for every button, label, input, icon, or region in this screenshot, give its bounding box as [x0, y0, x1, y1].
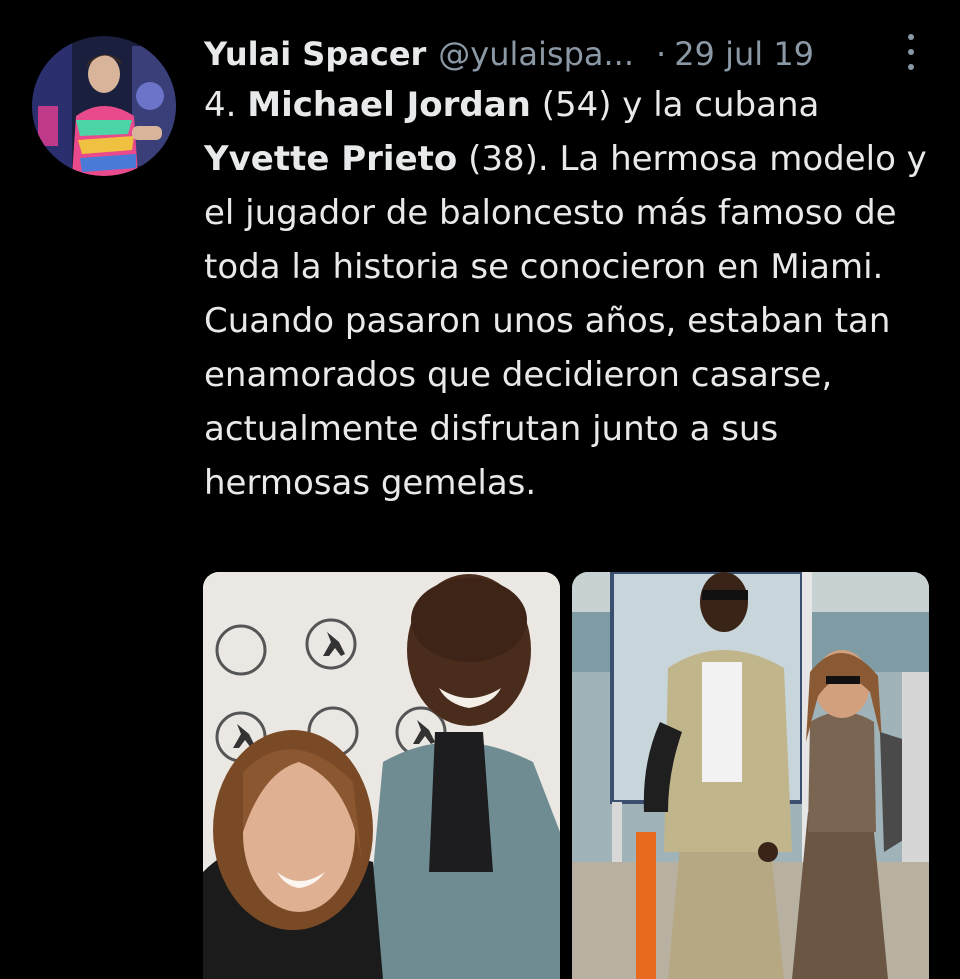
tweet-text: 4. Michael Jordan (54) y la cubana Yvett… — [204, 78, 944, 510]
tweet[interactable]: Yulai Spacer @yulaispa... · 29 jul 19 4.… — [0, 0, 960, 979]
photo-couple-walking — [572, 572, 929, 979]
display-name[interactable]: Yulai Spacer — [204, 28, 426, 80]
avatar-image — [32, 36, 176, 176]
media-photo-1[interactable] — [203, 572, 560, 979]
header-separator: · — [656, 35, 667, 73]
tweet-number: 4. — [204, 85, 237, 125]
media-photo-2[interactable] — [572, 572, 929, 979]
mention-yvette-prieto: Yvette Prieto — [204, 139, 458, 179]
mention-michael-jordan: Michael Jordan — [247, 85, 531, 125]
more-options-icon[interactable] — [904, 34, 918, 70]
avatar[interactable] — [32, 36, 176, 176]
user-handle[interactable]: @yulaispa... — [438, 28, 634, 80]
tweet-age-1: (54) y la cubana — [541, 85, 820, 125]
tweet-header: Yulai Spacer @yulaispa... · 29 jul 19 — [204, 28, 924, 80]
tweet-body: (38). La hermosa modelo y el jugador de … — [204, 139, 927, 503]
photo-couple-event — [203, 572, 560, 979]
tweet-date[interactable]: 29 jul 19 — [674, 28, 814, 80]
tweet-media[interactable] — [203, 572, 929, 979]
